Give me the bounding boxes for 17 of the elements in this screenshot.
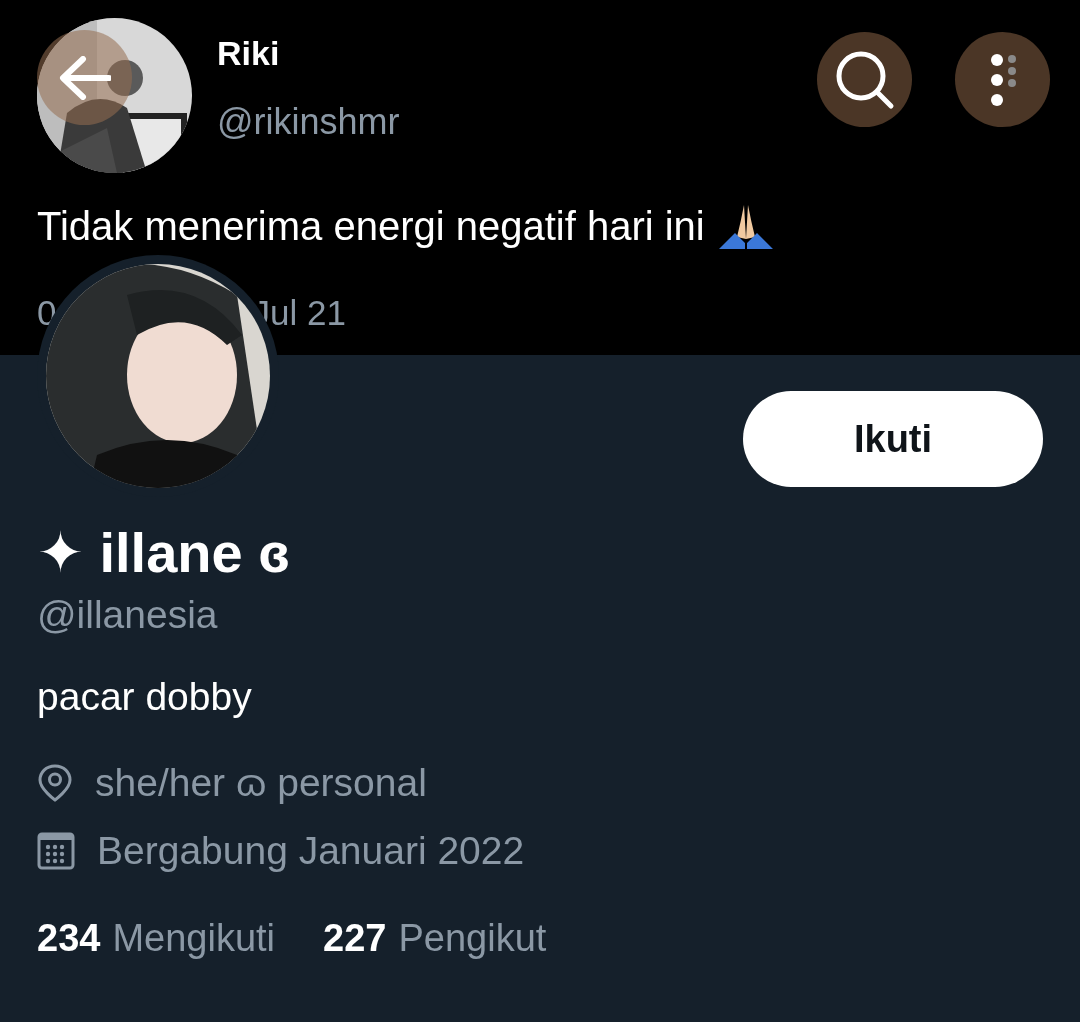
tweet-text: Tidak menerima energi negatif hari ini <box>37 204 705 249</box>
stat-label[interactable]: Mengikuti <box>112 917 276 961</box>
follow-button[interactable]: Ikuti <box>743 391 1043 487</box>
stat-count: 227 <box>323 917 387 961</box>
join-date: Bergabung Januari 2022 <box>97 829 525 874</box>
profile-handle: @illanesia <box>37 593 219 638</box>
stat-label[interactable]: Pengikut <box>398 917 547 961</box>
location-text: she/her ɷ personal <box>95 761 427 806</box>
search-icon <box>834 49 895 110</box>
profile-bio: pacar dobby <box>37 675 253 720</box>
calendar-icon <box>37 832 75 871</box>
profile-name: ✦ illane ɞ <box>37 521 291 586</box>
tweet-handle: @rikinshmr <box>217 101 400 143</box>
tweet-author: Riki <box>217 34 281 73</box>
location-pin-icon <box>37 764 73 803</box>
stat-count: 234 <box>37 917 101 961</box>
back-arrow-icon <box>58 55 111 100</box>
